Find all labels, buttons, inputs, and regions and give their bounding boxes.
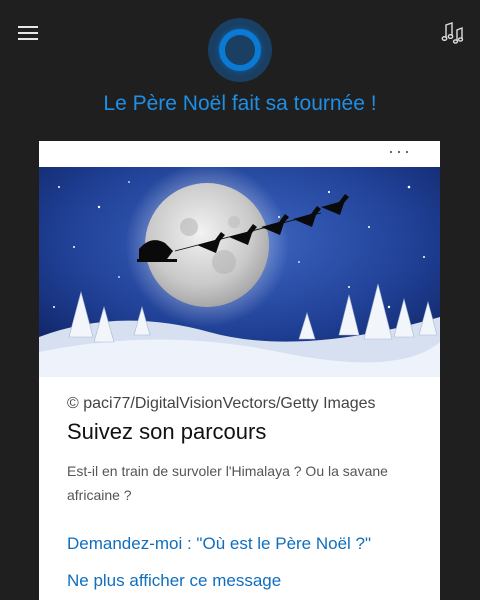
card-title: Suivez son parcours: [67, 419, 267, 444]
more-options-icon[interactable]: ···: [388, 142, 412, 160]
image-credit: © paci77/DigitalVisionVectors/Getty Imag…: [67, 395, 376, 412]
music-notes-icon[interactable]: [440, 20, 466, 46]
card-description: Est-il en train de survoler l'Himalaya ?…: [67, 463, 388, 503]
hamburger-menu-icon[interactable]: [18, 26, 38, 42]
cortana-circle-icon[interactable]: [208, 18, 272, 82]
headline-title: Le Père Noël fait sa tournée !: [103, 92, 377, 115]
dismiss-message-link[interactable]: Ne plus afficher ce message: [67, 571, 281, 591]
cortana-card: ··· © paci77/DigitalVisionVectors/Getty …: [39, 141, 440, 600]
santa-sleigh-moon-image[interactable]: [39, 167, 440, 377]
ask-where-santa-link[interactable]: Demandez-moi : "Où est le Père Noël ?": [67, 534, 371, 554]
